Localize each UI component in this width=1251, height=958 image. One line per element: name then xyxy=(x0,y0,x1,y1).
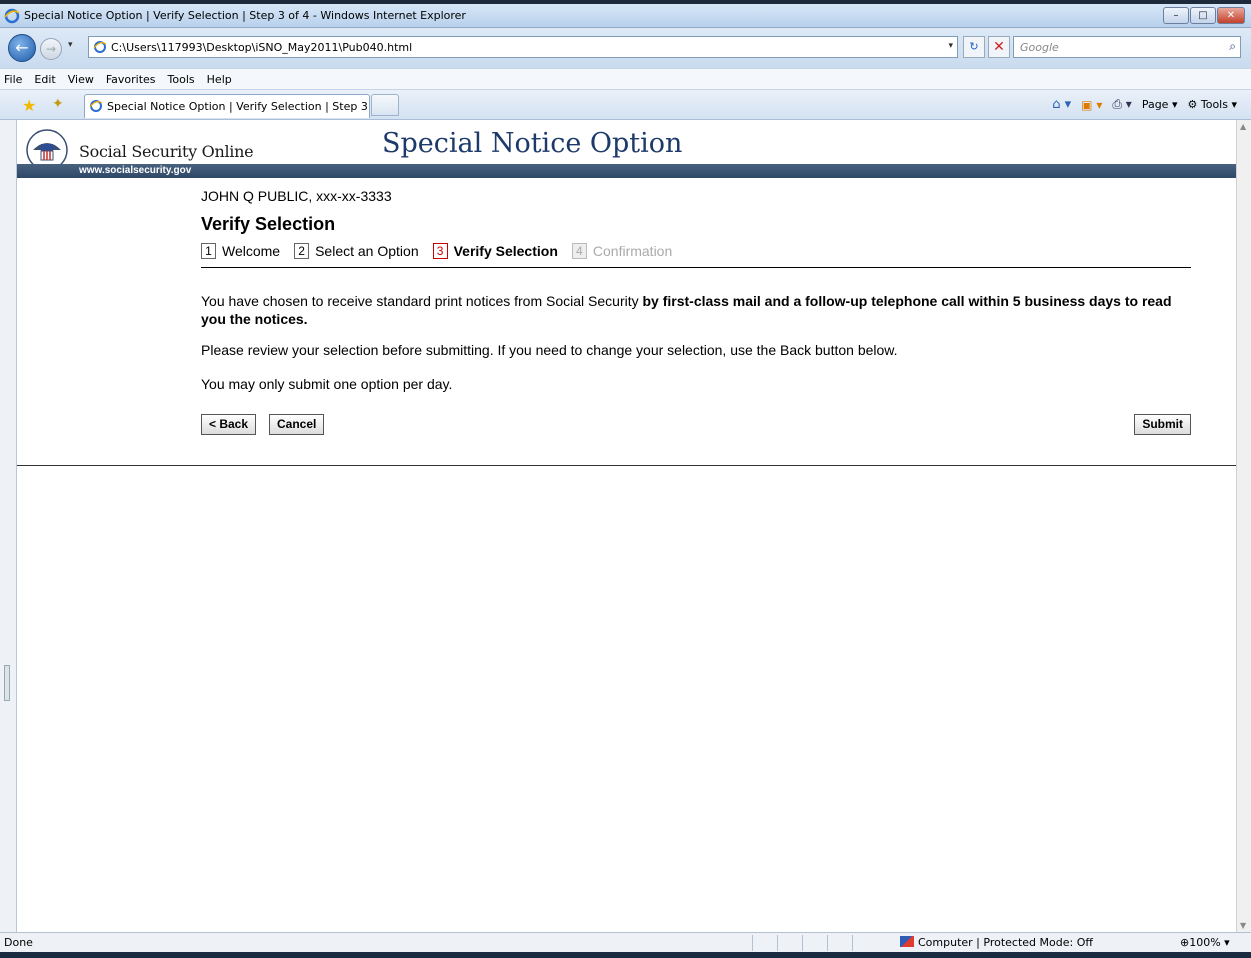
ie-window: Special Notice Option | Verify Selection… xyxy=(0,0,1251,958)
menu-edit[interactable]: Edit xyxy=(34,73,55,86)
address-row: ← → ▾ C:\Users\117993\Desktop\iSNO_May20… xyxy=(0,28,1251,68)
submit-button[interactable]: Submit xyxy=(1134,414,1191,435)
button-row: < Back Cancel Submit xyxy=(201,414,1191,436)
page-menu[interactable]: Page ▾ xyxy=(1142,98,1178,111)
ie-page-icon xyxy=(93,41,107,53)
window-controls: – □ ✕ xyxy=(1162,7,1245,24)
search-box[interactable]: Google ⌕ xyxy=(1013,36,1241,58)
ie-logo-icon xyxy=(4,8,20,24)
new-tab-button[interactable] xyxy=(371,94,399,116)
zoom-level[interactable]: ⊕100% ▾ xyxy=(1180,936,1230,949)
security-zone-label[interactable]: Computer | Protected Mode: Off xyxy=(918,936,1093,949)
address-dropdown-icon[interactable]: ▾ xyxy=(948,41,953,51)
step-number: 1 xyxy=(201,243,216,259)
step-label: Confirmation xyxy=(592,243,673,259)
page-viewport: Social Security Online Special Notice Op… xyxy=(16,120,1236,932)
feeds-icon[interactable]: ▣ ▾ xyxy=(1081,98,1102,112)
close-button[interactable]: ✕ xyxy=(1217,7,1245,24)
menu-view[interactable]: View xyxy=(68,73,94,86)
status-separator xyxy=(777,935,778,951)
menu-favorites[interactable]: Favorites xyxy=(106,73,156,86)
status-separator xyxy=(827,935,828,951)
status-bar: Done Computer | Protected Mode: Off ⊕100… xyxy=(0,932,1251,952)
tab-label[interactable]: Special Notice Option | Verify Selection… xyxy=(107,100,392,113)
step-number: 4 xyxy=(571,243,587,259)
page-heading: Special Notice Option xyxy=(382,128,683,159)
page-title: Verify Selection xyxy=(201,214,336,234)
review-instructions: Please review your selection before subm… xyxy=(201,342,898,358)
computer-zone-icon xyxy=(900,936,914,947)
summary-text: You have chosen to receive standard prin… xyxy=(201,293,643,309)
maximize-button[interactable]: □ xyxy=(1190,7,1216,24)
menu-file[interactable]: File xyxy=(4,73,22,86)
cancel-button[interactable]: Cancel xyxy=(269,414,325,435)
content-divider xyxy=(17,465,1236,466)
site-name[interactable]: Social Security Online xyxy=(79,142,254,161)
step-confirmation: 4 Confirmation xyxy=(571,243,673,259)
zoom-value[interactable]: 100% xyxy=(1189,936,1220,949)
banner-band xyxy=(17,164,1236,178)
favorites-star-icon[interactable]: ★ xyxy=(22,96,36,115)
ssa-banner: Social Security Online Special Notice Op… xyxy=(17,120,1236,178)
history-dropdown-icon[interactable]: ▾ xyxy=(68,40,73,50)
status-text: Done xyxy=(4,936,33,949)
menu-help[interactable]: Help xyxy=(207,73,232,86)
minimize-button[interactable]: – xyxy=(1163,7,1189,24)
back-arrow-icon[interactable]: ← xyxy=(8,34,36,62)
stop-icon[interactable]: ✕ xyxy=(988,36,1010,58)
print-icon[interactable]: ⎙ ▾ xyxy=(1112,97,1131,112)
tools-menu[interactable]: ⚙ Tools ▾ xyxy=(1187,98,1237,111)
step-welcome: 1 Welcome xyxy=(201,243,280,259)
search-icon[interactable]: ⌕ xyxy=(1229,39,1236,54)
main-content: JOHN Q PUBLIC, xxx-xx-3333 Verify Select… xyxy=(201,188,1191,436)
step-select-option: 2 Select an Option xyxy=(294,243,419,259)
menu-bar: File Edit View Favorites Tools Help xyxy=(0,68,1251,90)
tab-row: ★ ✦ Special Notice Option | Verify Selec… xyxy=(0,90,1251,120)
scroll-down-icon[interactable]: ▼ xyxy=(1240,921,1246,930)
step-number: 3 xyxy=(432,243,448,259)
ie-page-icon xyxy=(89,100,103,112)
taskbar xyxy=(0,952,1251,958)
step-verify-selection: 3 Verify Selection xyxy=(432,243,558,259)
search-placeholder[interactable]: Google xyxy=(1020,41,1059,54)
status-separator xyxy=(852,935,853,951)
resize-grip[interactable] xyxy=(4,665,10,701)
step-number: 2 xyxy=(294,243,310,259)
title-bar: Special Notice Option | Verify Selection… xyxy=(0,4,1251,28)
selection-summary: You have chosen to receive standard prin… xyxy=(201,292,1191,328)
vertical-scrollbar[interactable]: ▲ ▼ xyxy=(1236,120,1251,932)
address-bar[interactable]: C:\Users\117993\Desktop\iSNO_May2011\Pub… xyxy=(88,36,958,58)
step-label: Welcome xyxy=(222,243,281,259)
step-indicator: 1 Welcome 2 Select an Option 3 Verify Se… xyxy=(201,243,1191,268)
tab-current[interactable]: Special Notice Option | Verify Selection… xyxy=(84,94,392,118)
back-button[interactable]: < Back xyxy=(201,414,257,435)
tools-menu-label[interactable]: Tools xyxy=(1201,98,1228,111)
forward-arrow-icon[interactable]: → xyxy=(40,38,62,60)
user-identity: JOHN Q PUBLIC, xxx-xx-3333 xyxy=(201,188,392,204)
refresh-icon[interactable]: ↻ xyxy=(963,36,985,58)
window-title: Special Notice Option | Verify Selection… xyxy=(24,9,466,22)
add-favorite-icon[interactable]: ✦ xyxy=(52,96,64,112)
site-url[interactable]: www.socialsecurity.gov xyxy=(79,165,191,176)
left-gutter xyxy=(0,120,16,932)
step-label: Verify Selection xyxy=(453,243,558,259)
page-menu-label[interactable]: Page xyxy=(1142,98,1169,111)
address-url[interactable]: C:\Users\117993\Desktop\iSNO_May2011\Pub… xyxy=(111,41,412,54)
gear-icon: ⚙ xyxy=(1187,98,1198,111)
status-separator xyxy=(802,935,803,951)
status-separator xyxy=(752,935,753,951)
security-zone[interactable]: Computer | Protected Mode: Off xyxy=(900,936,1093,949)
scroll-up-icon[interactable]: ▲ xyxy=(1240,122,1246,131)
step-label: Select an Option xyxy=(315,243,419,259)
submit-limit-note: You may only submit one option per day. xyxy=(201,376,453,392)
command-bar: ⌂ ▾ ▣ ▾ ⎙ ▾ Page ▾ ⚙ Tools ▾ xyxy=(1042,97,1237,112)
menu-tools[interactable]: Tools xyxy=(168,73,195,86)
home-icon[interactable]: ⌂ ▾ xyxy=(1052,97,1071,112)
